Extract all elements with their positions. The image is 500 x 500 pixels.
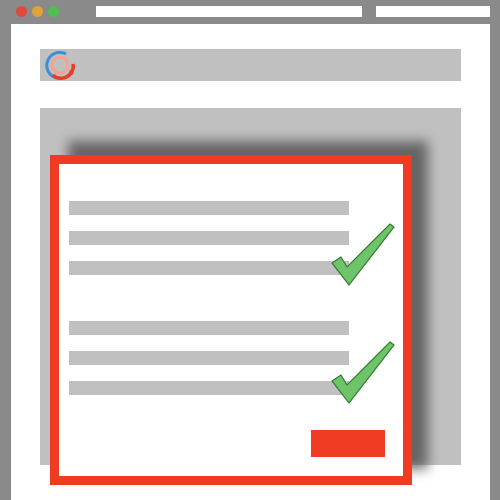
text-placeholder-line	[69, 261, 349, 275]
search-bar[interactable]	[376, 6, 490, 17]
text-placeholder-line	[69, 321, 349, 335]
minimize-window-button[interactable]	[32, 6, 43, 17]
text-placeholder-line	[69, 351, 349, 365]
window-titlebar	[0, 0, 500, 22]
check-icon	[330, 223, 396, 287]
address-bar[interactable]	[96, 6, 362, 17]
text-placeholder-line	[69, 201, 349, 215]
check-icon	[330, 341, 396, 405]
text-placeholder-line	[69, 381, 349, 395]
page-header	[40, 49, 461, 81]
circular-arrows-logo-icon[interactable]	[44, 49, 76, 81]
maximize-window-button[interactable]	[48, 6, 59, 17]
modal-dialog	[50, 155, 412, 485]
close-window-button[interactable]	[16, 6, 27, 17]
page-viewport	[11, 24, 490, 500]
text-placeholder-line	[69, 231, 349, 245]
submit-button[interactable]	[311, 430, 385, 457]
